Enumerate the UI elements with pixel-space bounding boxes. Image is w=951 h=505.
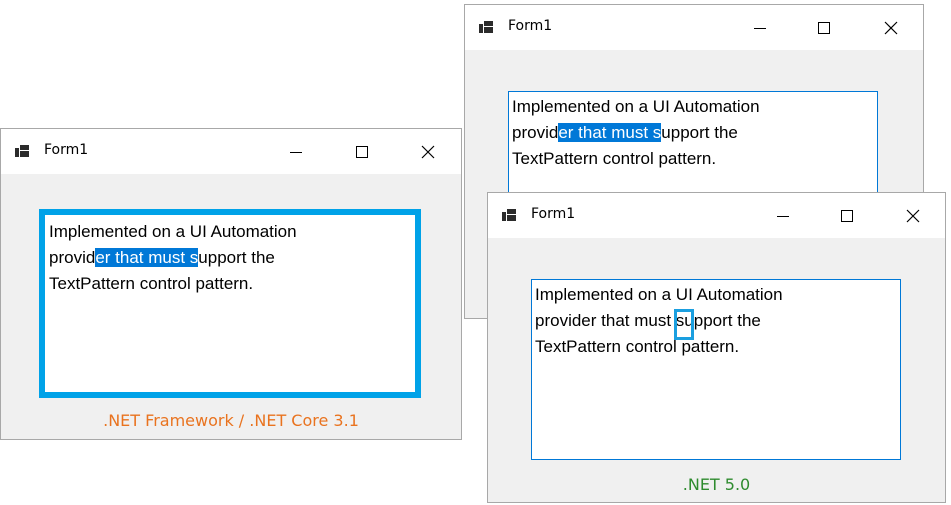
maximize-icon — [841, 209, 853, 222]
minimize-icon — [290, 151, 302, 153]
text-line-1: Implemented on a UI Automation — [535, 285, 783, 304]
maximize-icon — [818, 21, 830, 34]
close-icon — [906, 209, 920, 222]
maximize-button[interactable] — [801, 5, 847, 50]
maximize-button[interactable] — [824, 193, 870, 238]
minimize-button[interactable] — [273, 129, 319, 174]
framework-caption: .NET 5.0 — [682, 475, 751, 494]
window-title: Form1 — [508, 18, 553, 34]
text-line-2: provider that must support the — [49, 248, 275, 267]
maximize-icon — [356, 145, 368, 158]
form1-window-bottom-right: Form1 Implemented on a UI Automation pro… — [487, 192, 946, 503]
minimize-button[interactable] — [760, 193, 806, 238]
minimize-icon — [754, 27, 766, 29]
close-icon — [884, 21, 898, 34]
maximize-button[interactable] — [339, 129, 385, 174]
text-line-1: Implemented on a UI Automation — [512, 97, 760, 116]
form-app-icon — [479, 21, 493, 33]
degenerate-range-highlight — [674, 309, 694, 340]
title-bar[interactable]: Form1 — [1, 129, 461, 174]
text-line-2: provider that must support the — [512, 123, 738, 142]
text-box[interactable]: Implemented on a UI Automation provider … — [531, 279, 901, 460]
text-line-3: TextPattern control pattern. — [49, 274, 254, 293]
text-box-focused[interactable]: Implemented on a UI Automation provider … — [39, 209, 421, 398]
close-button[interactable] — [890, 193, 936, 238]
minimize-icon — [777, 215, 789, 217]
text-line-3: TextPattern control pattern. — [512, 149, 717, 168]
form1-window-left: Form1 Implemented on a UI Automation pro… — [0, 128, 462, 440]
selected-text: er that must s — [95, 248, 199, 267]
text-line-2: provider that must support the — [535, 311, 761, 330]
text-line-3: TextPattern control pattern. — [535, 337, 740, 356]
text-box[interactable]: Implemented on a UI Automation provider … — [508, 91, 878, 201]
window-title: Form1 — [531, 206, 576, 222]
text-line-1: Implemented on a UI Automation — [49, 222, 297, 241]
close-button[interactable] — [405, 129, 451, 174]
close-button[interactable] — [868, 5, 914, 50]
title-bar[interactable]: Form1 — [465, 5, 923, 50]
framework-caption: .NET Framework / .NET Core 3.1 — [103, 411, 359, 430]
close-icon — [421, 145, 435, 158]
form-app-icon — [15, 145, 29, 157]
selected-text: er that must s — [558, 123, 662, 142]
title-bar[interactable]: Form1 — [488, 193, 945, 238]
caret-highlighted-char: u — [648, 311, 658, 330]
window-title: Form1 — [44, 142, 89, 158]
form-app-icon — [502, 209, 516, 221]
minimize-button[interactable] — [737, 5, 783, 50]
